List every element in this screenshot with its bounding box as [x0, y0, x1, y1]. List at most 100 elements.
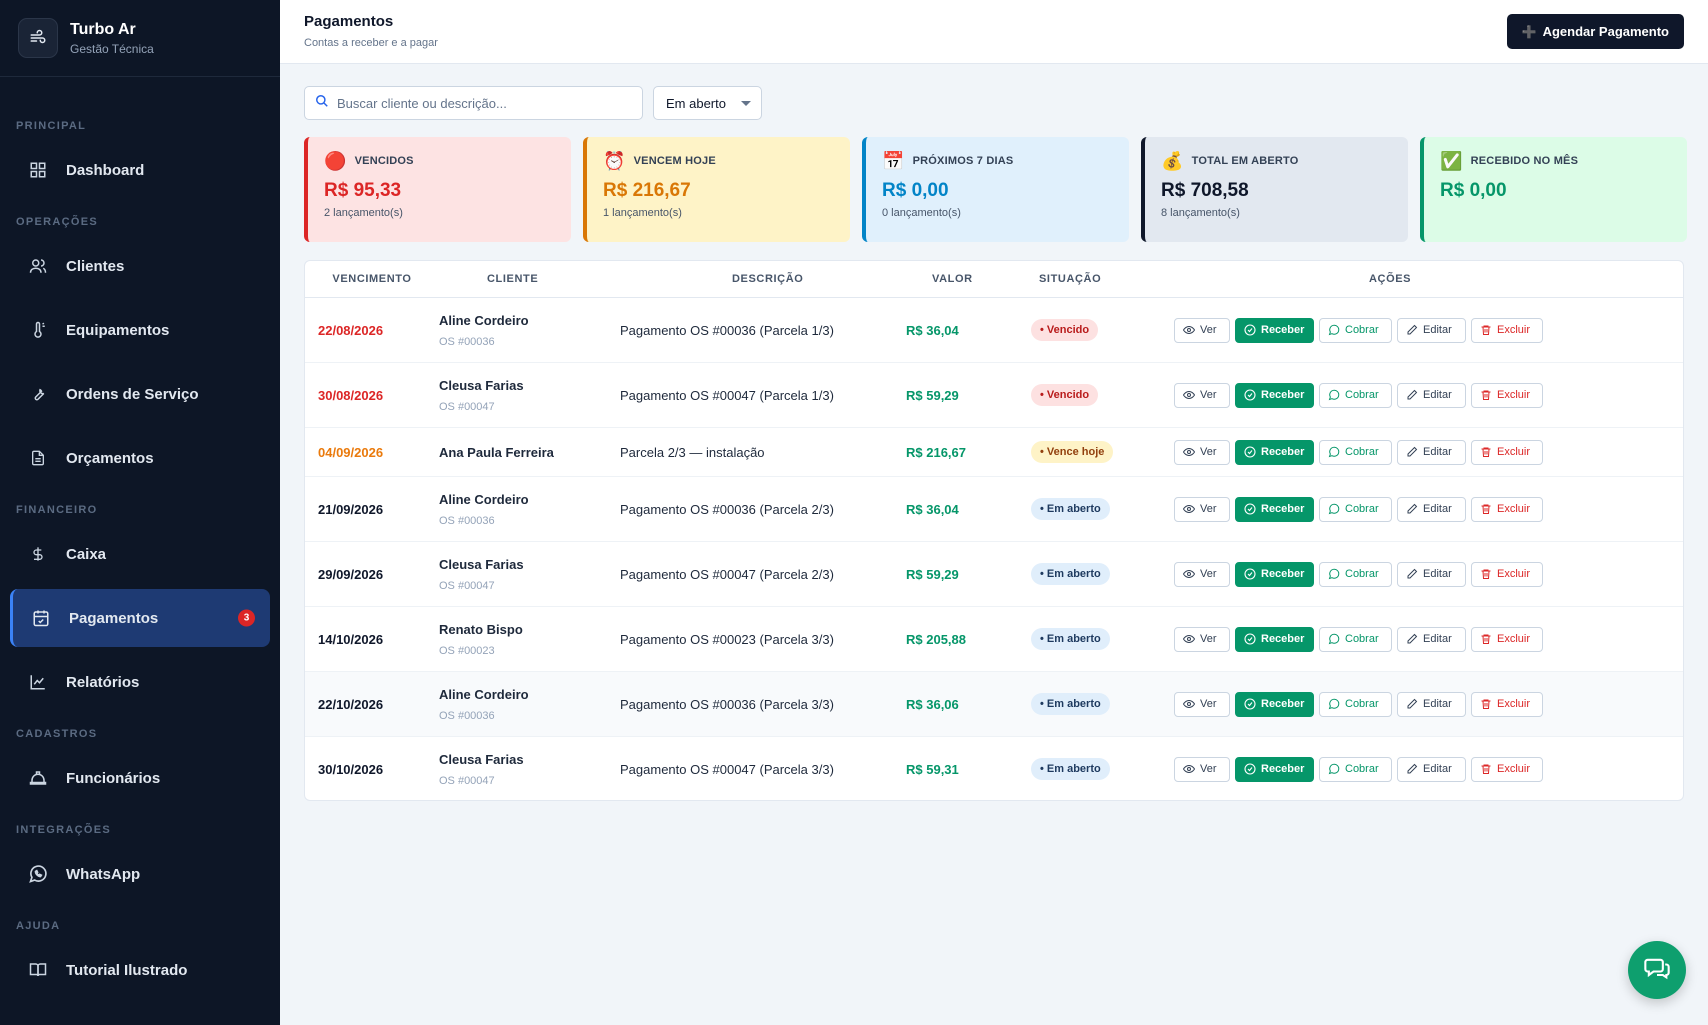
status-badge: • Em aberto — [1031, 498, 1110, 520]
view-button[interactable]: Ver — [1174, 382, 1230, 408]
check-circle-icon — [1244, 633, 1256, 645]
edit-button[interactable]: Editar — [1397, 496, 1466, 522]
receive-button[interactable]: Receber — [1235, 317, 1314, 343]
delete-button[interactable]: Excluir — [1471, 317, 1543, 343]
col-cliente[interactable]: CLIENTE — [439, 273, 620, 285]
edit-button[interactable]: Editar — [1397, 626, 1466, 652]
client-name: Cleusa Farias — [439, 556, 524, 572]
thermometer-icon — [28, 320, 48, 340]
receive-button[interactable]: Receber — [1235, 382, 1314, 408]
receive-button[interactable]: Receber — [1235, 439, 1314, 465]
charge-button[interactable]: Cobrar — [1319, 439, 1392, 465]
delete-button[interactable]: Excluir — [1471, 496, 1543, 522]
summary-card-vencem-hoje: ⏰ VENCEM HOJE R$ 216,67 1 lançamento(s) — [583, 137, 850, 242]
receive-button[interactable]: Receber — [1235, 691, 1314, 717]
charge-button[interactable]: Cobrar — [1319, 382, 1392, 408]
charge-button[interactable]: Cobrar — [1319, 626, 1392, 652]
due-date: 22/10/2026 — [318, 696, 384, 712]
view-button[interactable]: Ver — [1174, 317, 1230, 343]
view-button[interactable]: Ver — [1174, 756, 1230, 782]
view-button[interactable]: Ver — [1174, 691, 1230, 717]
sidebar-item-label: Caixa — [66, 545, 107, 563]
charge-button[interactable]: Cobrar — [1319, 561, 1392, 587]
sidebar-item-pagamentos[interactable]: Pagamentos 3 — [10, 589, 270, 647]
users-icon — [28, 256, 48, 276]
sidebar-item-orcamentos[interactable]: Orçamentos — [10, 429, 270, 487]
amount: R$ 59,29 — [906, 566, 959, 582]
trash-icon — [1480, 324, 1492, 336]
delete-button[interactable]: Excluir — [1471, 626, 1543, 652]
sidebar-item-label: Funcionários — [66, 769, 161, 787]
nav-section-ajuda: AJUDA — [16, 920, 61, 932]
status-filter-select[interactable]: Em aberto — [653, 86, 762, 120]
view-button[interactable]: Ver — [1174, 496, 1230, 522]
delete-button[interactable]: Excluir — [1471, 439, 1543, 465]
schedule-payment-button[interactable]: ➕ Agendar Pagamento — [1506, 14, 1684, 49]
summary-card-proximos-7-dias: 📅 PRÓXIMOS 7 DIAS R$ 0,00 0 lançamento(s) — [862, 137, 1129, 242]
edit-button[interactable]: Editar — [1397, 317, 1466, 343]
col-situacao[interactable]: SITUAÇÃO — [1031, 273, 1174, 285]
view-label: Ver — [1200, 389, 1217, 401]
edit-label: Editar — [1423, 324, 1452, 336]
sidebar-item-label: WhatsApp — [66, 865, 141, 883]
delete-button[interactable]: Excluir — [1471, 561, 1543, 587]
delete-label: Excluir — [1497, 503, 1531, 515]
chevron-down-icon — [741, 101, 751, 106]
charge-button[interactable]: Cobrar — [1319, 756, 1392, 782]
search-box[interactable] — [304, 86, 643, 120]
eye-icon — [1183, 389, 1195, 401]
edit-button[interactable]: Editar — [1397, 439, 1466, 465]
table-row: 22/10/2026 Aline Cordeiro OS #00036 Pagamen… — [305, 672, 1683, 737]
receive-button[interactable]: Receber — [1235, 561, 1314, 587]
sidebar-item-equipamentos[interactable]: Equipamentos — [10, 301, 270, 359]
view-button[interactable]: Ver — [1174, 626, 1230, 652]
col-valor[interactable]: VALOR — [906, 273, 1031, 285]
chat-fab-button[interactable] — [1628, 941, 1686, 999]
sidebar-item-tutorial[interactable]: Tutorial Ilustrado — [10, 941, 270, 999]
description: Pagamento OS #00047 (Parcela 2/3) — [620, 566, 834, 582]
nav-section-principal: PRINCIPAL — [16, 120, 87, 132]
page-subtitle: Contas a receber e a pagar — [304, 37, 438, 49]
sidebar-item-clientes[interactable]: Clientes — [10, 237, 270, 295]
col-descricao[interactable]: DESCRIÇÃO — [620, 273, 906, 285]
amount: R$ 59,29 — [906, 387, 959, 403]
book-icon — [28, 960, 48, 980]
sidebar-item-whatsapp[interactable]: WhatsApp — [10, 845, 270, 903]
charge-button[interactable]: Cobrar — [1319, 496, 1392, 522]
table-row: 29/09/2026 Cleusa Farias OS #00047 Pagament… — [305, 542, 1683, 607]
os-number: OS #00047 — [439, 579, 495, 592]
due-date: 22/08/2026 — [318, 322, 384, 338]
view-button[interactable]: Ver — [1174, 561, 1230, 587]
notification-badge: 3 — [238, 609, 255, 627]
edit-button[interactable]: Editar — [1397, 756, 1466, 782]
check-circle-icon — [1244, 503, 1256, 515]
col-vencimento[interactable]: VENCIMENTO — [305, 273, 439, 285]
charge-label: Cobrar — [1345, 389, 1379, 401]
sidebar-item-funcionarios[interactable]: Funcionários — [10, 749, 270, 807]
row-actions: Ver Receber Cobrar Editar Excluir — [1174, 691, 1683, 717]
charge-button[interactable]: Cobrar — [1319, 317, 1392, 343]
edit-label: Editar — [1423, 503, 1452, 515]
receive-label: Receber — [1261, 389, 1305, 401]
sidebar-item-caixa[interactable]: Caixa — [10, 525, 270, 583]
sidebar-item-dashboard[interactable]: Dashboard — [10, 141, 270, 199]
charge-button[interactable]: Cobrar — [1319, 691, 1392, 717]
sidebar-item-ordens[interactable]: Ordens de Serviço — [10, 365, 270, 423]
card-label: TOTAL EM ABERTO — [1191, 155, 1299, 167]
client-name: Aline Cordeiro — [439, 491, 529, 507]
edit-button[interactable]: Editar — [1397, 561, 1466, 587]
delete-button[interactable]: Excluir — [1471, 691, 1543, 717]
delete-button[interactable]: Excluir — [1471, 382, 1543, 408]
receive-button[interactable]: Receber — [1235, 626, 1314, 652]
view-button[interactable]: Ver — [1174, 439, 1230, 465]
receive-button[interactable]: Receber — [1235, 756, 1314, 782]
search-input[interactable] — [337, 95, 627, 111]
receive-button[interactable]: Receber — [1235, 496, 1314, 522]
edit-button[interactable]: Editar — [1397, 382, 1466, 408]
brand-name: Turbo Ar — [70, 20, 136, 38]
sidebar-item-relatorios[interactable]: Relatórios — [10, 653, 270, 711]
delete-button[interactable]: Excluir — [1471, 756, 1543, 782]
edit-button[interactable]: Editar — [1397, 691, 1466, 717]
status-cell: • Vence hoje — [1031, 441, 1174, 463]
client-cell: Cleusa Farias OS #00047 — [439, 378, 620, 413]
